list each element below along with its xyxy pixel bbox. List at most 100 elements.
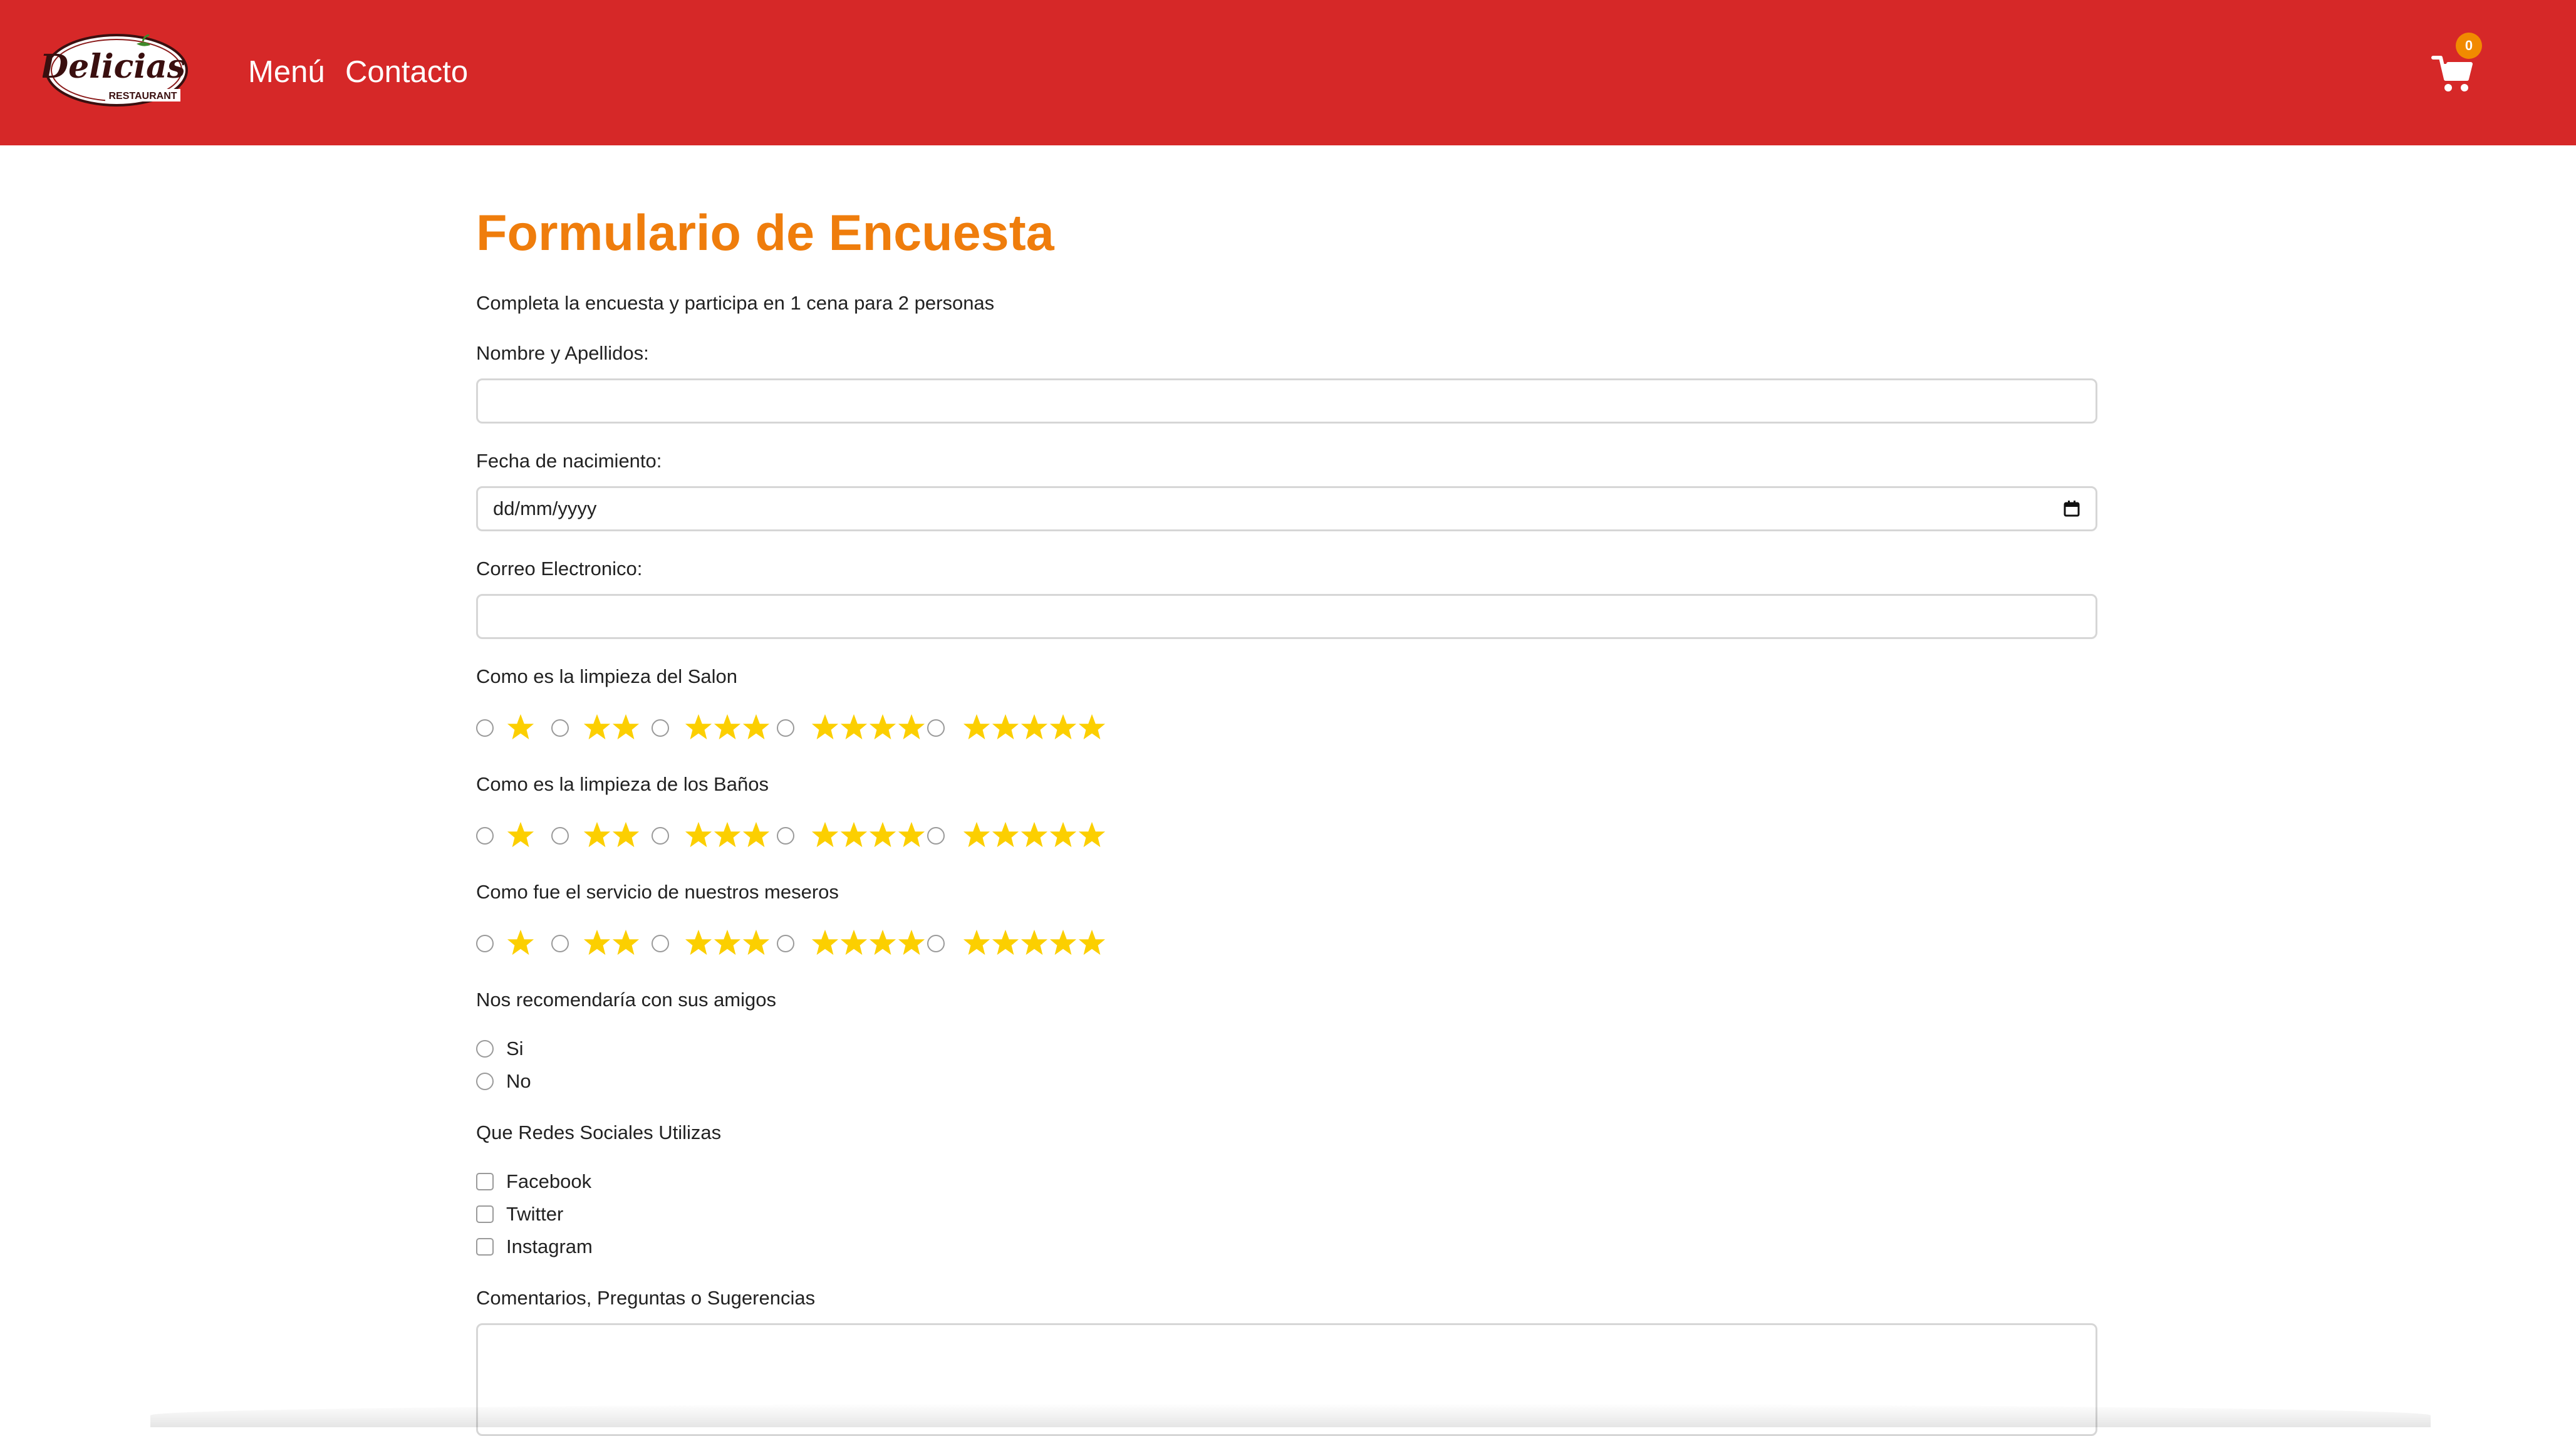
- star-icon: [1049, 929, 1077, 955]
- rating-banos-5-radio[interactable]: [927, 827, 945, 845]
- star-icon: [1049, 821, 1077, 848]
- star-icon: [583, 821, 611, 848]
- star-rating-1-icon: [507, 714, 534, 740]
- star-icon: [811, 714, 839, 740]
- email-label: Correo Electronico:: [476, 558, 643, 580]
- recommend-yes-radio[interactable]: [476, 1040, 494, 1058]
- star-icon: [507, 714, 534, 740]
- form-intro: Completa la encuesta y participa en 1 ce…: [476, 292, 995, 314]
- star-icon: [714, 929, 741, 955]
- rating-group-meseros: [476, 925, 1228, 962]
- rating-meseros-3-radio[interactable]: [652, 935, 669, 952]
- star-icon: [685, 821, 712, 848]
- restaurant-logo[interactable]: Delicias RESTAURANT: [39, 31, 190, 112]
- name-input[interactable]: [476, 378, 2097, 424]
- recommend-yes-label: Si: [506, 1038, 524, 1059]
- star-rating-4-icon: [811, 929, 925, 955]
- birthdate-input[interactable]: dd/mm/yyyy: [476, 486, 2097, 531]
- star-rating-1-icon: [507, 821, 534, 848]
- rating-banos-3-radio[interactable]: [652, 827, 669, 845]
- star-icon: [583, 714, 611, 740]
- social-question: Que Redes Sociales Utilizas: [476, 1121, 722, 1143]
- star-icon: [1021, 714, 1048, 740]
- rating-banos-2-radio[interactable]: [551, 827, 569, 845]
- recommend-no-radio[interactable]: [476, 1073, 494, 1090]
- star-icon: [685, 714, 712, 740]
- star-icon: [898, 929, 925, 955]
- recommend-question: Nos recomendaría con sus amigos: [476, 989, 777, 1011]
- star-icon: [963, 821, 990, 848]
- rating-question-banos: Como es la limpieza de los Baños: [476, 773, 769, 795]
- star-rating-2-icon: [583, 929, 640, 955]
- star-icon: [1049, 714, 1077, 740]
- birthdate-label: Fecha de nacimiento:: [476, 450, 662, 472]
- rating-group-salon: [476, 709, 1228, 747]
- star-icon: [612, 929, 640, 955]
- star-icon: [840, 821, 868, 848]
- rating-question-meseros: Como fue el servicio de nuestros meseros: [476, 881, 839, 903]
- rating-salon-5-radio[interactable]: [927, 719, 945, 737]
- star-rating-5-icon: [963, 714, 1106, 740]
- star-icon: [742, 929, 770, 955]
- star-icon: [898, 714, 925, 740]
- navbar: Delicias RESTAURANT Menú Contacto 0: [0, 0, 2576, 145]
- rating-salon-2-radio[interactable]: [551, 719, 569, 737]
- star-icon: [1078, 714, 1106, 740]
- rating-salon-1-radio[interactable]: [476, 719, 494, 737]
- bottom-shadow: [150, 1403, 2431, 1427]
- star-icon: [1078, 821, 1106, 848]
- star-icon: [992, 929, 1019, 955]
- star-icon: [507, 821, 534, 848]
- star-icon: [714, 714, 741, 740]
- star-icon: [685, 929, 712, 955]
- rating-meseros-5-radio[interactable]: [927, 935, 945, 952]
- star-icon: [840, 929, 868, 955]
- twitter-checkbox[interactable]: [476, 1205, 494, 1223]
- star-icon: [869, 714, 896, 740]
- twitter-label: Twitter: [506, 1203, 564, 1225]
- star-rating-4-icon: [811, 821, 925, 848]
- star-rating-4-icon: [811, 714, 925, 740]
- star-icon: [1078, 929, 1106, 955]
- facebook-label: Facebook: [506, 1170, 592, 1192]
- star-rating-5-icon: [963, 821, 1106, 848]
- star-rating-3-icon: [685, 929, 770, 955]
- star-icon: [612, 821, 640, 848]
- cart-count-badge: 0: [2456, 33, 2482, 59]
- email-input[interactable]: [476, 594, 2097, 639]
- instagram-label: Instagram: [506, 1236, 593, 1257]
- instagram-checkbox[interactable]: [476, 1238, 494, 1256]
- star-icon: [869, 821, 896, 848]
- star-icon: [963, 714, 990, 740]
- facebook-checkbox[interactable]: [476, 1173, 494, 1190]
- star-icon: [583, 929, 611, 955]
- rating-meseros-4-radio[interactable]: [777, 935, 794, 952]
- comments-label: Comentarios, Preguntas o Sugerencias: [476, 1287, 816, 1309]
- star-icon: [714, 821, 741, 848]
- star-icon: [840, 714, 868, 740]
- star-icon: [992, 714, 1019, 740]
- star-rating-1-icon: [507, 929, 534, 955]
- svg-text:RESTAURANT: RESTAURANT: [108, 91, 177, 101]
- rating-meseros-1-radio[interactable]: [476, 935, 494, 952]
- rating-salon-3-radio[interactable]: [652, 719, 669, 737]
- rating-banos-4-radio[interactable]: [777, 827, 794, 845]
- birthdate-placeholder: dd/mm/yyyy: [493, 497, 597, 519]
- recommend-no-label: No: [506, 1070, 531, 1092]
- star-rating-3-icon: [685, 714, 770, 740]
- rating-banos-1-radio[interactable]: [476, 827, 494, 845]
- star-rating-2-icon: [583, 821, 640, 848]
- rating-salon-4-radio[interactable]: [777, 719, 794, 737]
- star-icon: [992, 821, 1019, 848]
- star-icon: [1021, 821, 1048, 848]
- name-label: Nombre y Apellidos:: [476, 342, 649, 364]
- nav-menu-link[interactable]: Menú: [248, 50, 325, 94]
- star-icon: [869, 929, 896, 955]
- star-rating-2-icon: [583, 714, 640, 740]
- rating-meseros-2-radio[interactable]: [551, 935, 569, 952]
- star-icon: [742, 821, 770, 848]
- star-icon: [811, 821, 839, 848]
- star-icon: [811, 929, 839, 955]
- nav-contact-link[interactable]: Contacto: [345, 50, 468, 94]
- calendar-icon[interactable]: [2063, 500, 2080, 518]
